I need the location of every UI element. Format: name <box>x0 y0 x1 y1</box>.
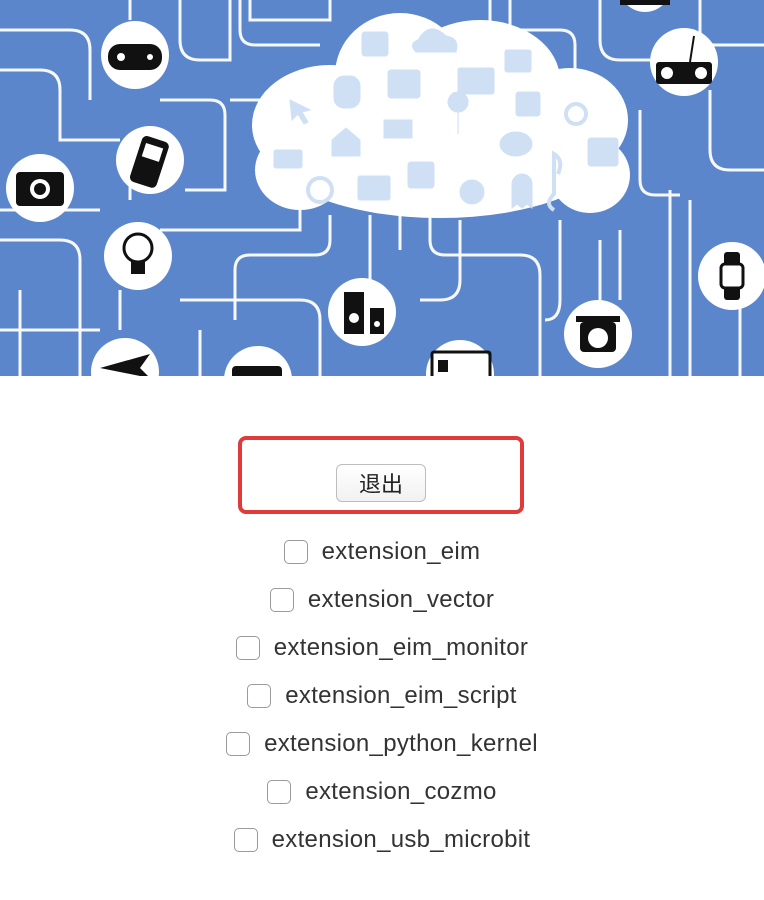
gamepad-icon <box>101 21 169 89</box>
boombox-icon <box>650 28 718 96</box>
extension-label: extension_vector <box>307 586 495 613</box>
extension-item[interactable]: extension_vector <box>0 576 764 624</box>
logout-button[interactable]: 退出 <box>336 464 426 502</box>
film-icon <box>459 179 485 205</box>
extension-checkbox[interactable] <box>283 540 308 564</box>
extension-checkbox[interactable] <box>226 732 251 756</box>
extension-label: extension_eim_monitor <box>273 634 529 661</box>
light-bulb-icon <box>104 222 172 290</box>
extension-list: extension_eim extension_vector extension_e… <box>0 528 764 864</box>
extension-checkbox[interactable] <box>233 828 258 852</box>
mobile-phone-icon <box>116 126 184 194</box>
extension-label: extension_usb_microbit <box>271 826 531 853</box>
ghost-icon <box>511 173 533 210</box>
speaker-icon <box>328 278 396 346</box>
extension-label: extension_python_kernel <box>264 730 538 757</box>
extension-checkbox[interactable] <box>267 780 292 804</box>
extension-label: extension_cozmo <box>305 778 497 805</box>
chat-icon <box>499 131 533 157</box>
printer-icon <box>426 340 494 376</box>
extension-item[interactable]: extension_eim_script <box>0 672 764 720</box>
extension-item[interactable]: extension_eim_monitor <box>0 624 764 672</box>
airplane-icon <box>91 338 159 376</box>
extension-checkbox[interactable] <box>269 588 294 612</box>
extension-item[interactable]: extension_cozmo <box>0 768 764 816</box>
car-icon <box>224 346 292 376</box>
extension-checkbox[interactable] <box>247 684 272 708</box>
chart-monitor-icon <box>357 175 391 201</box>
extension-item[interactable]: extension_usb_microbit <box>0 816 764 864</box>
touchscreen-icon <box>387 69 421 99</box>
shopping-bag-icon <box>361 31 389 57</box>
extension-item[interactable]: extension_eim <box>0 528 764 576</box>
mail-icon <box>273 149 303 169</box>
logout-highlight-box: 退出 <box>238 436 524 514</box>
watch-icon <box>698 242 764 310</box>
extension-checkbox[interactable] <box>235 636 260 660</box>
browser-window-icon <box>504 49 532 73</box>
touch-icon <box>515 91 541 117</box>
monitor-icon <box>457 67 495 95</box>
iot-banner-image <box>0 0 764 376</box>
database-icon <box>333 75 361 109</box>
kitchen-scale-icon <box>564 300 632 368</box>
calendar-icon <box>587 137 619 167</box>
extension-label: extension_eim <box>321 538 481 565</box>
extension-item[interactable]: extension_python_kernel <box>0 720 764 768</box>
iot-network-illustration <box>0 0 764 376</box>
device-top-icon <box>620 0 670 12</box>
cart-icon <box>383 119 413 139</box>
extension-label: extension_eim_script <box>285 682 517 709</box>
chip-icon <box>407 161 435 189</box>
camera-icon <box>6 154 74 222</box>
